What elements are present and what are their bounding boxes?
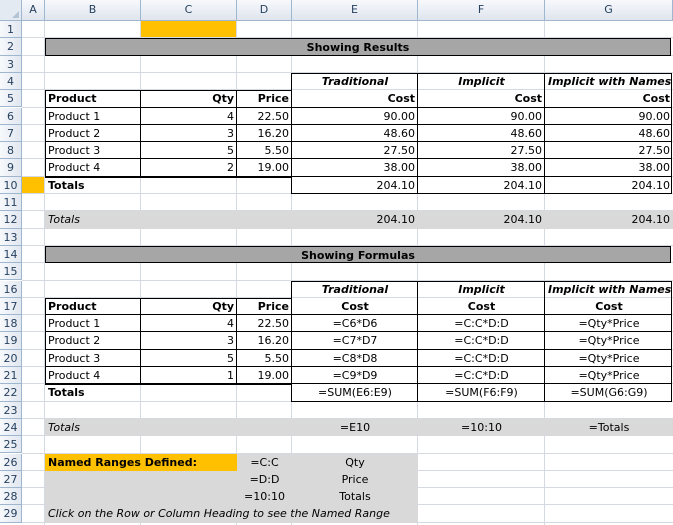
row-header-7[interactable]: 7 <box>0 124 22 143</box>
results-italic-total-value[interactable]: 204.10 <box>545 211 673 228</box>
row-header-5[interactable]: 5 <box>0 90 22 108</box>
column-header-D[interactable]: D <box>237 0 292 21</box>
row-header-18[interactable]: 18 <box>0 315 22 333</box>
results-italic-total-value[interactable]: 204.10 <box>292 211 418 228</box>
results-banner: Showing Results <box>45 38 671 56</box>
row-header-15[interactable]: 15 <box>0 263 22 281</box>
named-range-name[interactable]: Totals <box>292 488 418 505</box>
column-header-E[interactable]: E <box>292 0 418 21</box>
named-range-name[interactable]: Qty <box>292 454 418 471</box>
formulas-header-underline <box>45 314 292 316</box>
formulas-totals-topline <box>292 383 671 385</box>
highlight-cell-A10 <box>22 176 45 194</box>
formulas-italic-totals-label[interactable]: Totals <box>45 419 141 436</box>
column-header-C[interactable]: C <box>141 0 237 21</box>
highlight-cell-C1 <box>141 21 237 39</box>
named-range-name[interactable]: Price <box>292 471 418 488</box>
spreadsheet-grid[interactable]: A B C D E F G 1 2 3 4 5 6 7 8 9 10 11 12 13 14 15 16 17 18 19 20 21… <box>0 0 673 525</box>
row-header-4[interactable]: 4 <box>0 72 22 91</box>
row-header-10[interactable]: 10 <box>0 176 22 194</box>
row-header-3[interactable]: 3 <box>0 55 22 73</box>
row-header-1[interactable]: 1 <box>0 21 22 39</box>
row-header-28[interactable]: 28 <box>0 488 22 506</box>
formulas-method-underline <box>292 314 671 316</box>
row-header-19[interactable]: 19 <box>0 332 22 350</box>
named-ranges-note[interactable]: Click on the Row or Column Heading to se… <box>45 505 545 522</box>
row-header-11[interactable]: 11 <box>0 194 22 212</box>
results-totals-topline <box>292 175 671 177</box>
row-header-21[interactable]: 21 <box>0 367 22 385</box>
row-header-9[interactable]: 9 <box>0 159 22 177</box>
column-header-A[interactable]: A <box>22 0 45 21</box>
row-header-14[interactable]: 14 <box>0 245 22 264</box>
results-italic-total-value[interactable]: 204.10 <box>418 211 545 228</box>
named-range-ref[interactable]: =D:D <box>237 471 292 488</box>
named-ranges-title[interactable]: Named Ranges Defined: <box>45 454 237 471</box>
formulas-inner-vline <box>140 297 141 385</box>
results-italic-totals-label[interactable]: Totals <box>45 211 141 228</box>
formulas-italic-total-value[interactable]: =Totals <box>545 419 673 436</box>
results-inner-vline <box>236 90 237 177</box>
column-header-G[interactable]: G <box>545 0 673 21</box>
row-header-6[interactable]: 6 <box>0 107 22 125</box>
column-header-F[interactable]: F <box>418 0 545 21</box>
formulas-inner-vline <box>236 297 237 385</box>
select-all-corner[interactable] <box>0 0 22 21</box>
named-range-ref[interactable]: =10:10 <box>237 488 292 505</box>
column-header-B[interactable]: B <box>45 0 141 21</box>
row-header-24[interactable]: 24 <box>0 418 22 437</box>
formulas-totals-label[interactable]: Totals <box>45 384 141 401</box>
formulas-banner: Showing Formulas <box>45 245 671 264</box>
row-header-16[interactable]: 16 <box>0 280 22 298</box>
results-header-underline <box>45 106 292 108</box>
formulas-italic-total-value[interactable]: =10:10 <box>418 419 545 436</box>
row-header-22[interactable]: 22 <box>0 384 22 402</box>
formulas-italic-total-value[interactable]: =E10 <box>292 419 418 436</box>
row-header-20[interactable]: 20 <box>0 349 22 367</box>
row-header-23[interactable]: 23 <box>0 401 22 419</box>
results-method-underline <box>292 106 671 108</box>
row-header-8[interactable]: 8 <box>0 142 22 160</box>
row-header-25[interactable]: 25 <box>0 436 22 454</box>
row-header-12[interactable]: 12 <box>0 211 22 229</box>
results-table-border <box>45 90 292 178</box>
row-header-2[interactable]: 2 <box>0 38 22 56</box>
results-totals-label[interactable]: Totals <box>45 177 141 194</box>
row-header-29[interactable]: 29 <box>0 505 22 523</box>
row-header-26[interactable]: 26 <box>0 453 22 471</box>
results-inner-vline <box>140 90 141 177</box>
row-header-17[interactable]: 17 <box>0 297 22 316</box>
formulas-table-border <box>45 297 292 386</box>
row-header-13[interactable]: 13 <box>0 228 22 246</box>
named-range-ref[interactable]: =C:C <box>237 454 292 471</box>
row-header-27[interactable]: 27 <box>0 470 22 489</box>
